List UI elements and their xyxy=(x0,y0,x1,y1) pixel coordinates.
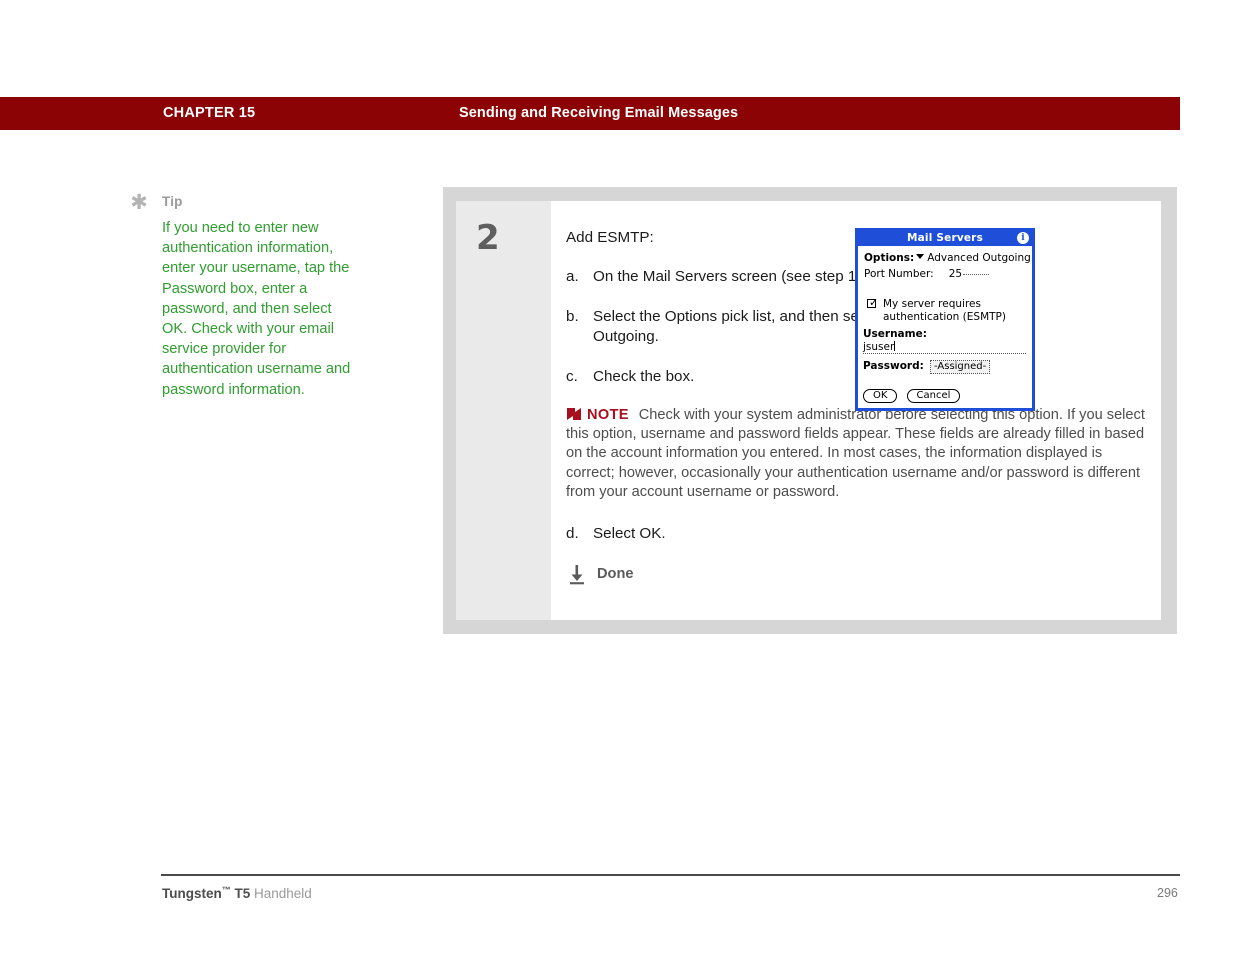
substep-d-text: Select OK. xyxy=(593,525,666,543)
pda-esmtp-line1: My server requires xyxy=(883,298,981,310)
tip-label: Tip xyxy=(162,194,183,209)
pda-port-row: Port Number: 25 xyxy=(864,268,990,280)
chevron-down-icon[interactable] xyxy=(916,254,925,259)
pda-password-label: Password: xyxy=(863,360,924,372)
substep-c-marker: c. xyxy=(566,367,578,385)
substep-b-marker: b. xyxy=(566,307,579,325)
pda-options-label: Options: xyxy=(864,252,915,264)
note-flag-icon xyxy=(566,407,583,421)
chapter-title: Sending and Receiving Email Messages xyxy=(459,105,739,121)
substep-d: d. Select OK. xyxy=(566,524,1156,545)
asterisk-icon: ✱ xyxy=(130,190,148,214)
step-number: 2 xyxy=(476,218,500,258)
footer-product: Tungsten™ T5 Handheld xyxy=(162,885,312,901)
down-arrow-icon xyxy=(568,564,586,585)
footer-model: T5 xyxy=(230,886,251,901)
tip-block: ✱ Tip If you need to enter new authentic… xyxy=(130,190,360,400)
pda-title: Mail Servers xyxy=(906,232,984,244)
chapter-label: CHAPTER 15 xyxy=(163,105,256,121)
info-icon[interactable]: i xyxy=(1017,232,1029,244)
substep-a-marker: a. xyxy=(566,268,579,285)
pda-titlebar: Mail Servers i xyxy=(858,231,1032,246)
note-label: NOTE xyxy=(587,407,629,423)
pda-username-value: jsuser xyxy=(863,341,895,353)
text-caret xyxy=(894,341,896,351)
done-row: Done xyxy=(566,564,1156,587)
step-card-outer-frame: 2 Add ESMTP: a. On the Mail Servers scre… xyxy=(443,187,1177,634)
tip-body-text: If you need to enter new authentication … xyxy=(162,220,351,398)
footer-divider xyxy=(161,874,1180,876)
pda-port-label: Port Number: xyxy=(864,268,934,280)
pda-mail-servers-screenshot: Mail Servers i Options: Advanced Outgoing… xyxy=(855,228,1035,411)
pda-esmtp-checkbox[interactable]: ✓ xyxy=(867,296,879,309)
page-number: 296 xyxy=(1157,886,1178,900)
pda-options-row[interactable]: Options: Advanced Outgoing xyxy=(864,252,1031,264)
pda-username-field[interactable]: jsuser xyxy=(863,341,896,353)
substep-d-marker: d. xyxy=(566,525,579,543)
note-block: NOTE Check with your system administrator… xyxy=(566,406,1149,502)
tip-header: ✱ Tip xyxy=(130,190,360,215)
footer-product-name: Tungsten xyxy=(162,886,222,901)
trademark-icon: ™ xyxy=(221,885,231,895)
pda-button-row: OK Cancel xyxy=(863,383,964,403)
footer-product-suffix: Handheld xyxy=(250,886,312,901)
pda-port-underline xyxy=(963,274,990,275)
step-card: 2 Add ESMTP: a. On the Mail Servers scre… xyxy=(456,201,1161,620)
done-label: Done xyxy=(597,565,634,582)
pda-options-value: Advanced Outgoing xyxy=(927,252,1031,264)
pda-esmtp-checkbox-row[interactable]: ✓ My server requires authentication (ESM… xyxy=(867,296,1006,324)
pda-port-value[interactable]: 25 xyxy=(949,268,962,280)
pda-username-underline xyxy=(863,353,1026,354)
substep-c-text: Check the box. xyxy=(593,367,695,385)
pda-ok-button[interactable]: OK xyxy=(863,389,898,403)
pda-esmtp-line2: authentication (ESMTP) xyxy=(883,311,1006,323)
step-number-column: 2 xyxy=(456,201,551,620)
pda-password-field[interactable]: -Assigned- xyxy=(930,360,991,374)
note-text: Check with your system administrator bef… xyxy=(566,407,1145,500)
pda-username-label: Username: xyxy=(863,328,927,340)
check-icon: ✓ xyxy=(869,296,879,309)
pda-cancel-button[interactable]: Cancel xyxy=(906,389,961,403)
pda-screen: Options: Advanced Outgoing Port Number: 25… xyxy=(858,246,1032,408)
